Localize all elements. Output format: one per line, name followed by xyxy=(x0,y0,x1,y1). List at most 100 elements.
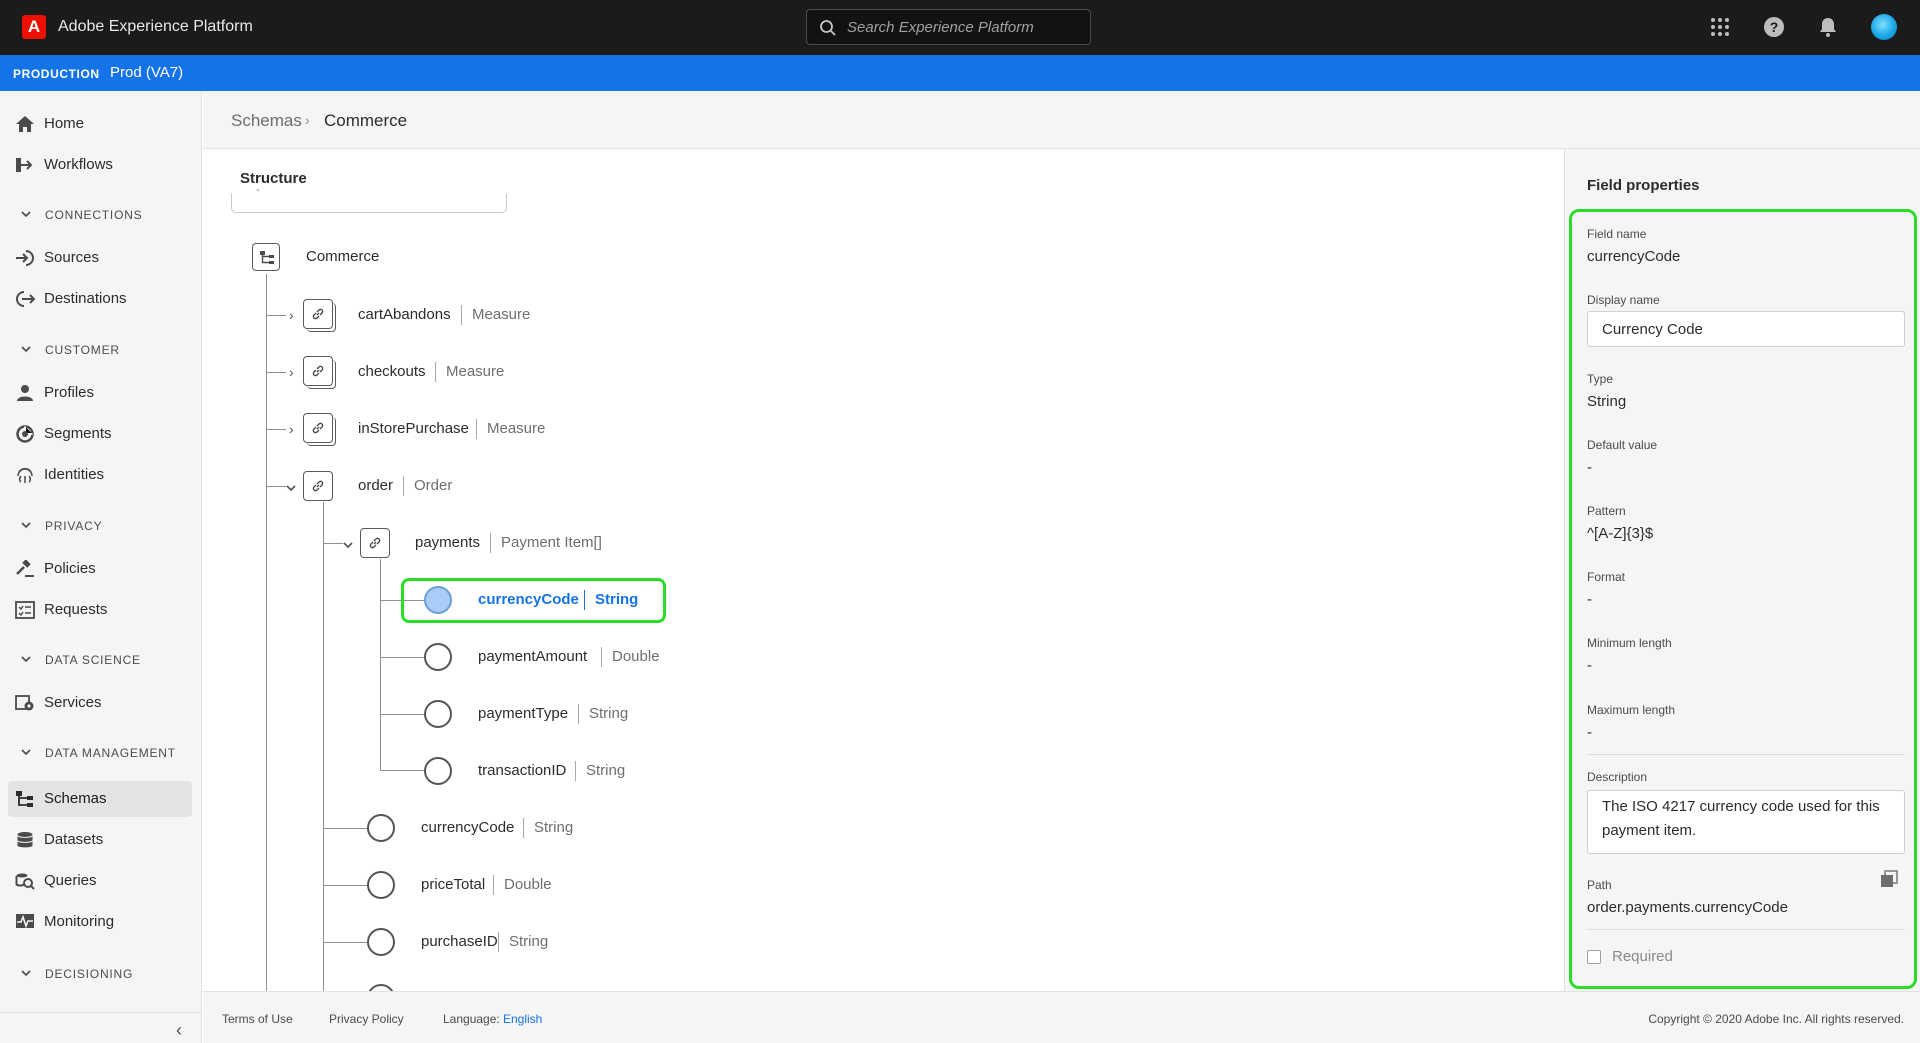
help-icon[interactable]: ? xyxy=(1762,15,1786,39)
path-label: Path xyxy=(1587,878,1612,892)
search-input[interactable] xyxy=(847,16,1082,38)
sidebar-item-label: Policies xyxy=(44,560,96,577)
chevron-down-icon[interactable] xyxy=(285,482,297,494)
structure-filter-input[interactable]: ` xyxy=(231,187,507,213)
sidebar-item-label: Schemas xyxy=(44,790,107,807)
svg-text:?: ? xyxy=(1770,19,1779,35)
chevron-right-icon[interactable]: › xyxy=(289,421,294,437)
chevron-down-icon xyxy=(21,656,31,663)
sidebar-item-label: Sources xyxy=(44,249,100,266)
adobe-logo-icon[interactable]: A xyxy=(22,15,46,39)
language-selector[interactable]: English xyxy=(503,1012,542,1026)
user-avatar[interactable] xyxy=(1871,14,1897,40)
field-selected-icon[interactable] xyxy=(424,586,452,614)
tree-line xyxy=(266,372,286,373)
chevron-right-icon[interactable]: › xyxy=(289,307,294,323)
breadcrumb-schemas-link[interactable]: Schemas xyxy=(231,111,302,131)
sidebar-item-label: Home xyxy=(44,115,85,132)
chevron-down-icon[interactable] xyxy=(342,539,354,551)
sidebar-item-monitoring[interactable]: Monitoring xyxy=(8,904,192,940)
sidebar-item-segments[interactable]: Segments xyxy=(8,416,192,452)
section-label: PRIVACY xyxy=(45,519,103,533)
tree-node-name[interactable]: paymentAmount xyxy=(478,647,587,667)
sidebar-item-workflows[interactable]: Workflows xyxy=(8,147,192,183)
display-name-field[interactable] xyxy=(1587,311,1905,347)
tree-node-name[interactable]: priceTotal xyxy=(421,875,485,895)
sidebar-item-label: Profiles xyxy=(44,384,95,401)
tree-node-name[interactable]: currencyCode xyxy=(421,818,514,838)
format-value: - xyxy=(1587,591,1592,608)
sidebar-item-datasets[interactable]: Datasets xyxy=(8,822,192,858)
chevron-right-icon[interactable]: › xyxy=(289,364,294,380)
sidebar-item-label: Services xyxy=(44,694,102,711)
default-value-label: Default value xyxy=(1587,438,1658,452)
tree-node-root[interactable]: Commerce xyxy=(306,247,379,267)
tree-node-type: Order xyxy=(403,476,452,496)
sidebar-item-label: Monitoring xyxy=(44,913,115,930)
max-length-label: Maximum length xyxy=(1587,703,1676,717)
search-icon xyxy=(820,20,836,36)
tree-node-name[interactable]: paymentType xyxy=(478,704,568,724)
tree-node-name[interactable]: purchaseID xyxy=(421,932,498,952)
structure-panel: Structure ` Commerce › cartAbandons Meas… xyxy=(203,149,1564,991)
tree-node-type: String xyxy=(578,704,628,724)
sidebar-item-services[interactable]: Services xyxy=(8,685,192,721)
object-link-icon xyxy=(303,299,336,332)
field-icon[interactable] xyxy=(367,871,395,899)
search-box[interactable] xyxy=(806,9,1091,45)
section-label: DECISIONING xyxy=(45,967,134,981)
required-checkbox[interactable] xyxy=(1587,950,1601,964)
tree-node-name[interactable]: transactionID xyxy=(478,761,566,781)
tree-node-name[interactable]: inStorePurchase xyxy=(358,419,469,439)
app-title[interactable]: Adobe Experience Platform xyxy=(58,18,253,36)
sidebar-collapse-button[interactable]: ‹ xyxy=(0,1012,201,1043)
copy-icon[interactable] xyxy=(1880,870,1898,888)
apps-grid-icon[interactable] xyxy=(1708,15,1732,39)
section-label: DATA SCIENCE xyxy=(45,653,141,667)
schema-root-icon xyxy=(252,243,280,271)
sandbox-name[interactable]: Prod (VA7) xyxy=(110,64,183,81)
tree-node-name[interactable]: checkouts xyxy=(358,362,426,382)
sidebar-item-queries[interactable]: Queries xyxy=(8,863,192,899)
structure-title: Structure xyxy=(240,170,307,187)
tree-node-type: String xyxy=(523,818,573,838)
format-label: Format xyxy=(1587,570,1626,584)
field-icon[interactable] xyxy=(424,757,452,785)
terms-of-use-link[interactable]: Terms of Use xyxy=(222,1012,293,1026)
breadcrumb: Schemas › Commerce xyxy=(203,91,1920,149)
field-properties-panel: Field properties Field name currencyCode… xyxy=(1564,149,1920,991)
sidebar-item-home[interactable]: Home xyxy=(8,106,192,142)
tree-node-type: Double xyxy=(601,647,660,667)
sidebar-item-identities[interactable]: Identities xyxy=(8,457,192,493)
field-icon[interactable] xyxy=(367,984,395,991)
sidebar-item-schemas[interactable]: Schemas xyxy=(8,781,192,817)
tree-node-name-selected[interactable]: currencyCode xyxy=(478,590,579,610)
destinations-icon xyxy=(16,291,35,307)
tree-node-name[interactable]: cartAbandons xyxy=(358,305,451,325)
sidebar-item-policies[interactable]: Policies xyxy=(8,551,192,587)
min-length-label: Minimum length xyxy=(1587,636,1672,650)
field-icon[interactable] xyxy=(424,643,452,671)
field-icon[interactable] xyxy=(424,700,452,728)
description-field[interactable]: The ISO 4217 currency code used for this… xyxy=(1587,790,1905,854)
tree-node-type: String xyxy=(498,932,548,952)
sidebar-item-requests[interactable]: Requests xyxy=(8,592,192,628)
field-properties-title: Field properties xyxy=(1587,177,1700,194)
sidebar-item-sources[interactable]: Sources xyxy=(8,240,192,276)
sidebar-item-destinations[interactable]: Destinations xyxy=(8,281,192,317)
tree-node-type: Payment Item[] xyxy=(490,533,602,553)
object-link-icon xyxy=(303,356,336,389)
query-search-icon xyxy=(15,873,35,890)
object-link-icon xyxy=(303,413,336,446)
notifications-bell-icon[interactable] xyxy=(1816,15,1840,39)
privacy-policy-link[interactable]: Privacy Policy xyxy=(329,1012,404,1026)
pattern-value: ^[A-Z]{3}$ xyxy=(1587,525,1654,542)
section-label: CONNECTIONS xyxy=(45,208,143,222)
tree-line xyxy=(380,770,426,771)
tree-node-name[interactable]: payments xyxy=(415,533,480,553)
field-icon[interactable] xyxy=(367,814,395,842)
filter-text: ` xyxy=(256,187,260,201)
field-icon[interactable] xyxy=(367,928,395,956)
tree-node-name[interactable]: order xyxy=(358,476,393,496)
sidebar-item-profiles[interactable]: Profiles xyxy=(8,375,192,411)
